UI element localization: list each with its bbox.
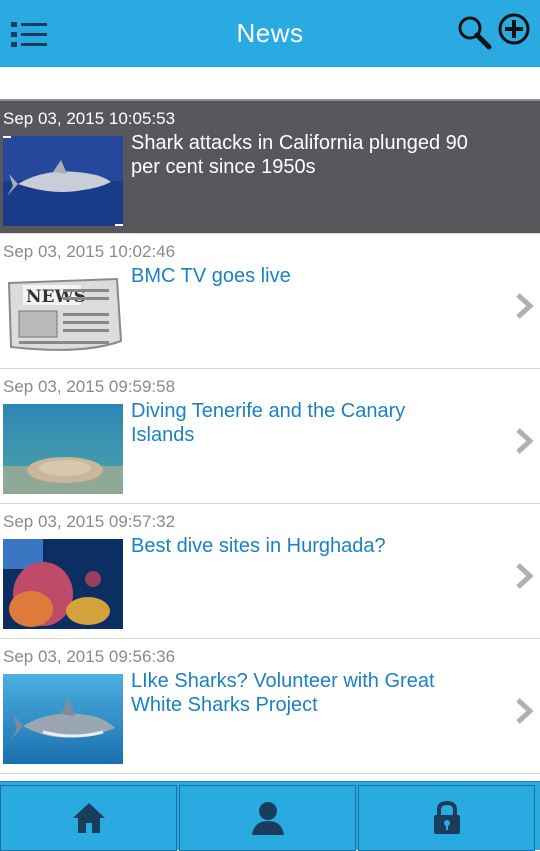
news-headline: Shark attacks in California plunged 90 p… xyxy=(131,132,468,178)
news-date: Sep 03, 2015 09:57:32 xyxy=(3,512,176,531)
chevron-right-icon xyxy=(516,293,534,319)
tab-home[interactable] xyxy=(0,785,177,851)
news-headline: Diving Tenerife and the Canary Islands xyxy=(131,400,406,446)
news-thumbnail xyxy=(3,136,123,226)
search-icon[interactable] xyxy=(456,14,492,50)
chevron-right-icon xyxy=(516,563,534,589)
news-thumbnail xyxy=(3,674,123,764)
news-date: Sep 03, 2015 10:05:53 xyxy=(3,109,176,128)
add-icon[interactable] xyxy=(497,12,531,46)
news-thumbnail xyxy=(3,539,123,629)
lock-icon xyxy=(433,800,460,834)
news-date: Sep 03, 2015 09:56:36 xyxy=(3,647,176,666)
news-item[interactable]: Sep 03, 2015 10:05:53 Shark attacks in C… xyxy=(0,99,540,234)
news-thumbnail: NEWS xyxy=(3,269,123,359)
chevron-right-icon xyxy=(516,698,534,724)
news-date: Sep 03, 2015 09:59:58 xyxy=(3,377,176,396)
news-item[interactable]: Sep 03, 2015 09:56:36 LIke Sharks? Volun… xyxy=(0,639,540,774)
home-icon xyxy=(72,803,105,833)
news-item[interactable]: Sep 03, 2015 09:57:32 Best dive sites in… xyxy=(0,504,540,639)
tab-profile[interactable] xyxy=(179,785,356,851)
news-headline: Best dive sites in Hurghada? xyxy=(131,535,386,557)
news-headline: LIke Sharks? Volunteer with Great White … xyxy=(131,670,435,716)
news-list: Sep 03, 2015 10:05:53 Shark attacks in C… xyxy=(0,99,540,774)
chevron-right-icon xyxy=(516,428,534,454)
app-header: News xyxy=(0,0,540,67)
news-item[interactable]: Sep 03, 2015 09:59:58 Diving Tenerife an… xyxy=(0,369,540,504)
news-item[interactable]: Sep 03, 2015 10:02:46 NEWS BMC TV goes l… xyxy=(0,234,540,369)
tab-lock[interactable] xyxy=(358,785,535,851)
news-date: Sep 03, 2015 10:02:46 xyxy=(3,242,176,261)
news-thumbnail xyxy=(3,404,123,494)
profile-icon xyxy=(251,802,284,835)
news-headline: BMC TV goes live xyxy=(131,265,291,287)
bottom-tab-bar xyxy=(0,781,540,851)
